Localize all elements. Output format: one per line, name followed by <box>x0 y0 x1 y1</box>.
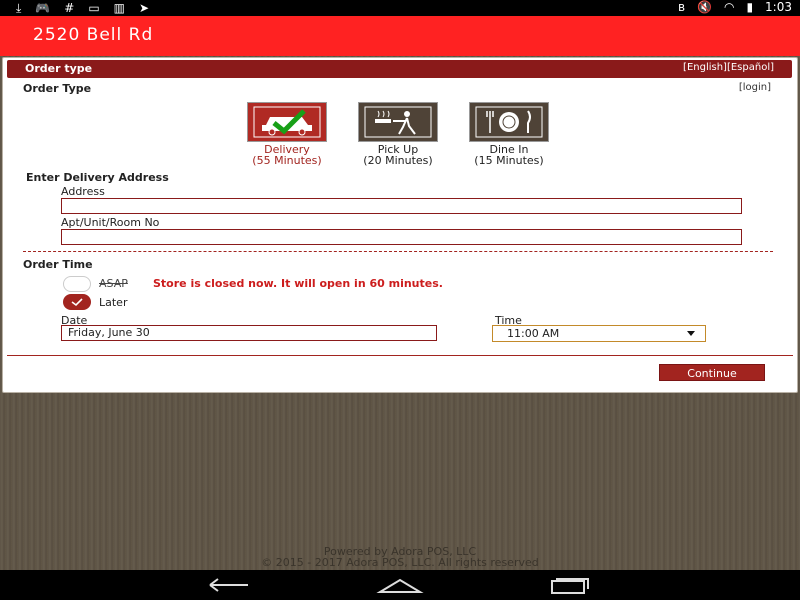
wifi-icon: ◠ <box>723 0 735 14</box>
barcode-icon: ▥ <box>113 1 126 15</box>
date-field[interactable]: Friday, June 30 <box>61 325 437 341</box>
card-icon: ▭ <box>88 1 100 15</box>
store-title: 2520 Bell Rd <box>33 25 154 45</box>
back-icon[interactable] <box>206 576 252 594</box>
order-card: Order type [English][Español] Order Type… <box>2 57 798 393</box>
recents-icon[interactable] <box>548 576 592 594</box>
order-time-heading: Order Time <box>23 258 93 271</box>
login-link[interactable]: [login] <box>739 82 771 93</box>
card-header: Order type [English][Español] <box>7 60 792 78</box>
download-icon: ⤓ <box>16 1 22 15</box>
order-type-label: Order Type <box>23 82 92 95</box>
asap-radio[interactable] <box>63 276 91 292</box>
store-closed-message: Store is closed now. It will open in 60 … <box>153 277 443 290</box>
address-label: Address <box>61 185 105 198</box>
chevron-down-icon <box>687 331 695 336</box>
gamepad-icon: 🎮 <box>35 1 51 15</box>
mute-icon: 🔇 <box>697 0 712 14</box>
battery-icon: ▮ <box>746 0 754 14</box>
walking-takeout-icon <box>358 102 438 142</box>
unit-field[interactable] <box>61 229 742 245</box>
hashtag-icon: # <box>64 1 75 15</box>
status-bar: ⤓ 🎮 # ▭ ▥ ➤ ʙ 🔇 ◠ ▮ 1:03 <box>0 0 800 16</box>
time-select-value: 11:00 AM <box>507 327 560 340</box>
option-dine-in[interactable]: Dine In (15 Minutes) <box>454 102 564 166</box>
later-radio[interactable] <box>63 294 91 310</box>
check-icon <box>71 298 83 307</box>
delivery-address-heading: Enter Delivery Address <box>26 171 169 184</box>
plate-cutlery-icon <box>469 102 549 142</box>
navigation-bar <box>0 570 800 600</box>
home-icon[interactable] <box>376 576 424 594</box>
language-links[interactable]: [English][Español] <box>683 62 774 73</box>
option-time: (55 Minutes) <box>252 154 322 167</box>
clock: 1:03 <box>765 0 792 14</box>
option-pickup[interactable]: Pick Up (20 Minutes) <box>343 102 453 166</box>
continue-button[interactable]: Continue <box>659 364 765 381</box>
copyright: © 2015 - 2017 Adora POS, LLC. All rights… <box>261 556 539 569</box>
unit-label: Apt/Unit/Room No <box>61 216 160 229</box>
asap-label: ASAP <box>99 277 128 290</box>
send-icon: ➤ <box>139 1 150 15</box>
bluetooth-icon: ʙ <box>678 0 685 14</box>
address-field[interactable] <box>61 198 742 214</box>
divider <box>23 251 773 252</box>
divider <box>7 355 793 356</box>
option-delivery[interactable]: Delivery (55 Minutes) <box>232 102 342 166</box>
option-time: (20 Minutes) <box>363 154 433 167</box>
footer: Powered by Adora POS, LLC © 2015 - 2017 … <box>0 546 800 568</box>
later-label: Later <box>99 296 128 309</box>
car-check-icon <box>247 102 327 142</box>
time-select[interactable]: 11:00 AM <box>492 325 706 342</box>
app-bar: 2520 Bell Rd <box>0 16 800 56</box>
card-title: Order type <box>25 62 93 75</box>
option-time: (15 Minutes) <box>474 154 544 167</box>
